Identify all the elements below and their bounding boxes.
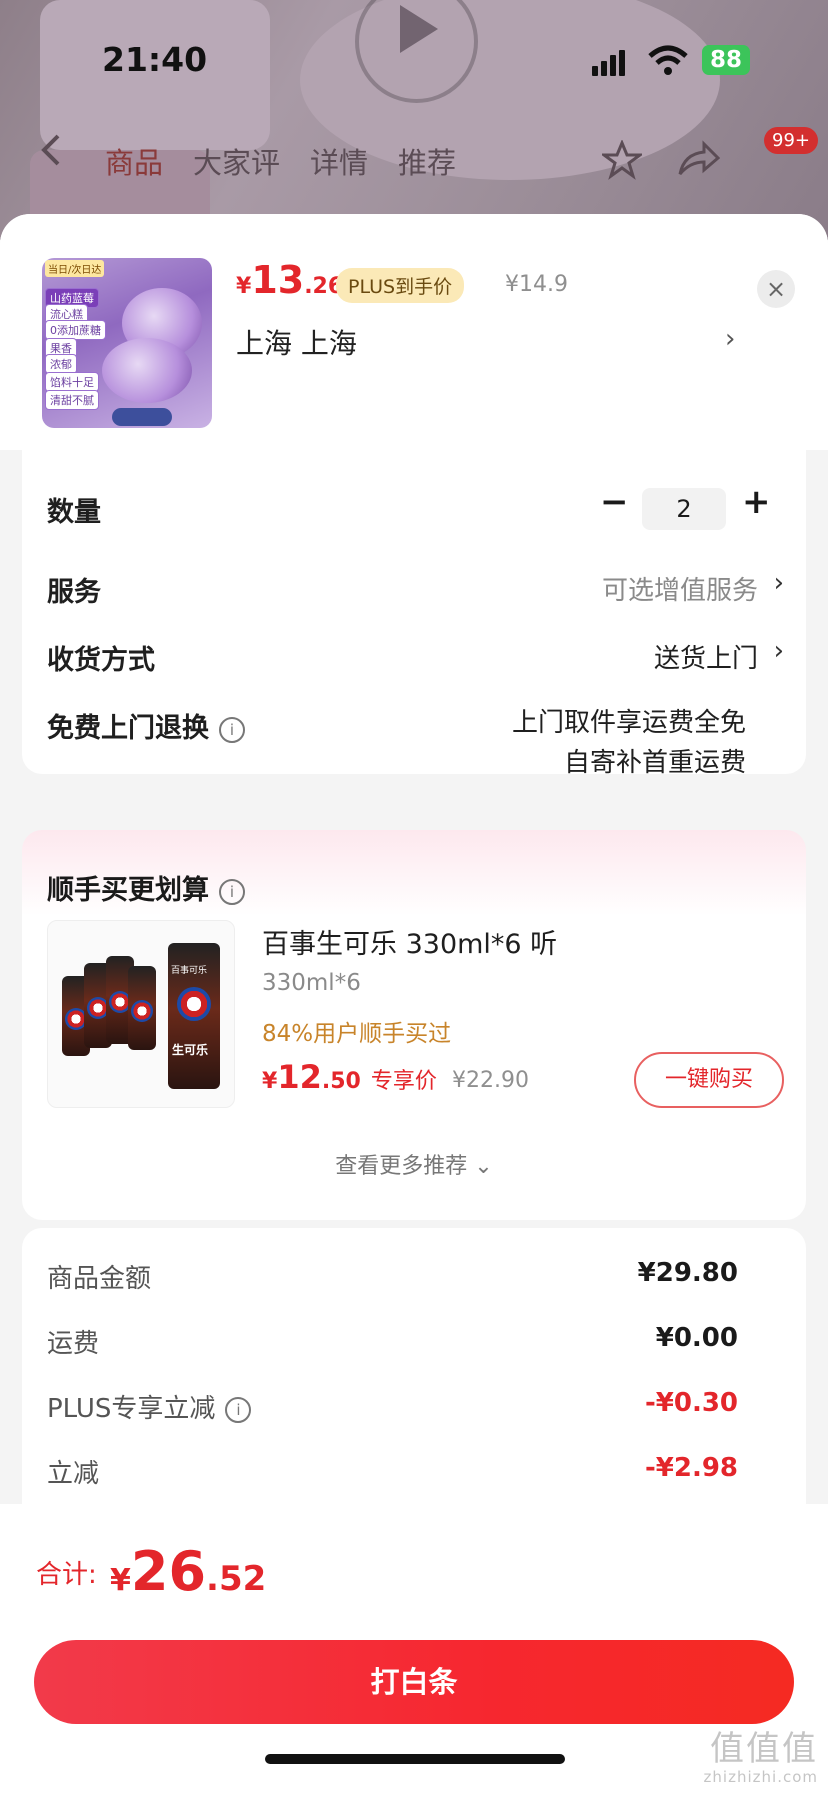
background-product-page: 商品 大家评 详情 推荐 99+: [0, 0, 828, 240]
summary-value: -¥2.98: [644, 1453, 738, 1483]
summary-value: -¥0.30: [644, 1388, 738, 1418]
service-value[interactable]: 可选增值服务: [602, 570, 758, 607]
info-icon[interactable]: i: [225, 1396, 252, 1423]
summary-label: PLUS专享立减 i: [47, 1388, 252, 1425]
thumb-tag: 0添加蔗糖: [45, 320, 106, 340]
favorite-icon: [602, 140, 642, 180]
chevron-right-icon[interactable]: ›: [774, 636, 784, 666]
upsell-card: 顺手买更划算 i 百事可乐 生可乐 百事生可乐 330ml*6 听 330ml*6…: [22, 830, 806, 1220]
can-label: 生可乐: [172, 1043, 209, 1057]
product-thumbnail: 当日/次日达 山药蓝莓 流心糕 0添加蔗糖 果香 浓郁 馅料十足 清甜不腻: [42, 258, 212, 428]
plus-icon[interactable]: +: [742, 482, 771, 522]
service-label: 服务: [47, 577, 101, 608]
free-return-label: 免费上门退换 i: [47, 706, 245, 745]
one-click-buy-button[interactable]: 一键购买: [634, 1052, 784, 1108]
options-card: 数量 − 2 + 服务 可选增值服务 › 收货方式 送货上门 › 免费上门退换 i…: [22, 450, 806, 778]
minus-icon[interactable]: −: [600, 482, 629, 522]
home-indicator[interactable]: [265, 1754, 565, 1764]
upsell-item-spec: 330ml*6: [262, 970, 361, 996]
delivery-method-value[interactable]: 送货上门: [654, 638, 758, 675]
free-return-line2: 自寄补首重运费: [563, 748, 746, 778]
summary-label: 商品金额: [47, 1264, 152, 1294]
thumb-tag: 浓郁: [45, 354, 77, 374]
wifi-icon: [648, 45, 688, 75]
cola-can: [128, 966, 156, 1050]
can-label: 百事可乐: [171, 966, 208, 976]
chevron-right-icon[interactable]: ›: [725, 324, 735, 354]
info-icon[interactable]: i: [219, 716, 245, 743]
thumb-tag: 清甜不腻: [45, 390, 99, 410]
upsell-title: 顺手买更划算 i: [47, 868, 245, 907]
share-icon: [678, 140, 720, 175]
product-price: ¥13.26: [236, 258, 344, 302]
summary-label: 运费: [47, 1329, 100, 1359]
thumb-pastry: [102, 338, 192, 403]
original-price: ¥14.9: [505, 272, 568, 297]
background-tabs: 商品 大家评 详情 推荐: [105, 140, 456, 182]
status-time: 21:40: [102, 40, 208, 79]
delivery-method-label: 收货方式: [47, 645, 155, 676]
thumb-tag: 馅料十足: [45, 372, 99, 392]
thumb-berries: [112, 408, 172, 426]
checkout-footer: 合计: ¥26.52 打白条 值值值 zhizhizhi.com: [0, 1504, 828, 1796]
signal-icon: [592, 50, 625, 76]
back-icon: [41, 134, 60, 166]
bg-tab-recommend: 推荐: [398, 146, 457, 180]
upsell-item-stat: 84%用户顺手买过: [262, 1021, 452, 1047]
pay-with-baitiao-button[interactable]: 打白条: [34, 1640, 794, 1724]
free-return-line1: 上门取件享运费全免: [511, 708, 746, 738]
delivery-address[interactable]: 上海 上海: [236, 322, 357, 362]
price-summary-card: 商品金额 ¥29.80 运费 ¥0.00 PLUS专享立减 i -¥0.30 立减…: [22, 1228, 806, 1528]
cart-count-badge: 99+: [764, 127, 818, 154]
cola-can-large: 百事可乐 生可乐: [168, 943, 220, 1089]
play-icon-triangle: [400, 5, 438, 53]
see-more-recommendations[interactable]: 查看更多推荐 ⌄: [22, 1148, 806, 1180]
quantity-stepper[interactable]: 2: [642, 488, 726, 530]
upsell-original-price: ¥22.90: [452, 1068, 529, 1093]
bg-tab-product: 商品: [105, 146, 164, 180]
bg-tab-reviews: 大家评: [193, 146, 281, 180]
summary-label: 立减: [47, 1459, 100, 1489]
cola-product-image[interactable]: 百事可乐 生可乐: [47, 920, 235, 1108]
upsell-price: ¥12.50 专享价: [262, 1058, 437, 1096]
close-icon[interactable]: ×: [757, 270, 795, 308]
total-price: ¥26.52: [110, 1540, 267, 1603]
info-icon[interactable]: i: [219, 878, 245, 905]
plus-price-tag: PLUS到手价: [336, 268, 465, 303]
bg-tab-details: 详情: [310, 146, 369, 180]
quantity-label: 数量: [47, 497, 101, 528]
battery-icon: 88: [702, 45, 750, 75]
watermark: 值值值 zhizhizhi.com: [703, 1729, 818, 1786]
purchase-sheet: 当日/次日达 山药蓝莓 流心糕 0添加蔗糖 果香 浓郁 馅料十足 清甜不腻 ¥1…: [0, 214, 828, 1796]
chevron-right-icon[interactable]: ›: [774, 568, 784, 598]
summary-value: ¥29.80: [637, 1258, 738, 1288]
thumb-tag-delivery: 当日/次日达: [45, 260, 105, 277]
upsell-item-name[interactable]: 百事生可乐 330ml*6 听: [262, 922, 557, 961]
summary-value: ¥0.00: [655, 1323, 738, 1353]
total-label: 合计:: [36, 1560, 97, 1590]
product-header: 当日/次日达 山药蓝莓 流心糕 0添加蔗糖 果香 浓郁 馅料十足 清甜不腻 ¥1…: [0, 214, 828, 450]
